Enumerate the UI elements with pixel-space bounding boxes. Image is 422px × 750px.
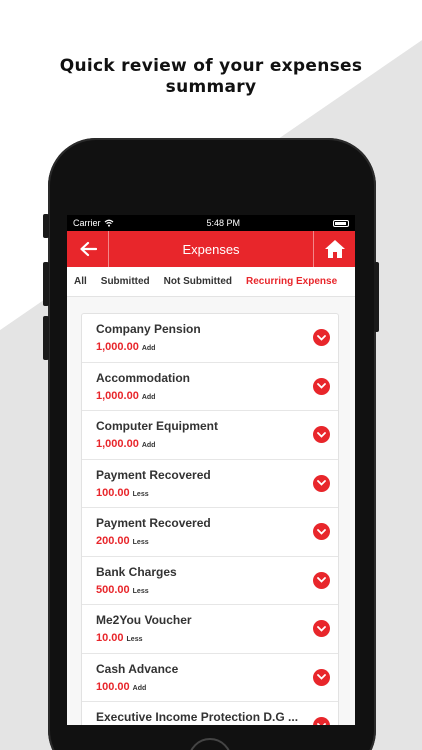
page-title: Expenses: [182, 241, 240, 257]
chevron-down-icon: [317, 334, 326, 341]
status-time: 5:48 PM: [206, 218, 241, 228]
chevron-down-icon: [317, 625, 326, 632]
expense-title: Bank Charges: [96, 564, 177, 579]
expense-title: Accommodation: [96, 370, 191, 385]
list-item[interactable]: Computer Equipment 1,000.00 Add: [82, 411, 338, 460]
back-button[interactable]: [67, 231, 109, 267]
expense-title: Computer Equipment: [96, 419, 218, 433]
list-item[interactable]: Payment Recovered 200.00 Less: [82, 508, 338, 557]
arrow-left-icon: [79, 241, 97, 257]
tab-submitted[interactable]: Submitted: [94, 276, 157, 287]
list-item[interactable]: Me2You Voucher 10.00 Less: [82, 605, 338, 654]
list-item[interactable]: Payment Recovered 100.00 Less: [82, 460, 338, 508]
expense-title: Payment Recovered: [96, 516, 211, 530]
expand-button[interactable]: [313, 571, 330, 589]
expense-title: Cash Advance: [96, 661, 179, 676]
expense-title: Company Pension: [96, 322, 201, 336]
list-item[interactable]: Cash Advance 100.00 Add: [82, 654, 338, 702]
expand-button[interactable]: [313, 329, 330, 346]
headline: Quick review of your expenses summary: [0, 56, 422, 98]
chevron-down-icon: [317, 383, 326, 389]
headline-line-2: summary: [165, 77, 257, 97]
expense-type: Less: [126, 636, 143, 643]
expense-amount: 1,000.00: [96, 438, 139, 450]
expense-amount: 1,000.00: [96, 389, 139, 402]
expand-button[interactable]: [313, 474, 330, 492]
phone-power-button: [374, 262, 379, 332]
phone-side-button: [43, 214, 49, 238]
expense-type: Less: [132, 539, 149, 546]
headline-line-1: Quick review of your expenses: [59, 56, 363, 76]
chevron-down-icon: [317, 480, 326, 486]
expense-amount: 500.00: [96, 583, 130, 596]
expense-type: Less: [132, 587, 149, 595]
expand-button[interactable]: [313, 717, 330, 725]
list-item[interactable]: Accommodation 1,000.00 Add: [82, 363, 338, 411]
expand-button[interactable]: [313, 377, 330, 395]
chevron-down-icon: [317, 577, 326, 583]
chevron-down-icon: [317, 674, 326, 680]
tab-recurring-expense[interactable]: Recurring Expense: [239, 276, 344, 287]
expense-title: Payment Recovered: [96, 467, 211, 482]
expense-type: Less: [132, 490, 149, 498]
expand-button[interactable]: [313, 620, 330, 637]
expense-type: Add: [141, 442, 156, 449]
expense-amount: 100.00: [96, 680, 130, 693]
expense-list: Company Pension 1,000.00 Add Accommodatio…: [81, 313, 339, 725]
expense-amount: 200.00: [96, 535, 130, 547]
expense-amount: 1,000.00: [96, 341, 139, 353]
wifi-icon: [104, 219, 113, 227]
battery-icon: [332, 219, 349, 227]
carrier-label: Carrier: [73, 218, 101, 228]
expense-type: Add: [132, 684, 147, 692]
chevron-down-icon: [317, 722, 326, 725]
app-screen: Carrier 5:48 PM Expenses All Submitted N…: [67, 215, 355, 725]
tab-not-submitted[interactable]: Not Submitted: [157, 276, 239, 287]
expense-amount: 10.00: [96, 632, 124, 644]
phone-volume-down: [43, 316, 49, 360]
app-header: Expenses: [67, 231, 355, 267]
list-item[interactable]: Executive Income Protection D.G ...: [82, 702, 338, 725]
phone-volume-up: [43, 262, 49, 306]
status-bar: Carrier 5:48 PM: [67, 215, 355, 231]
home-button[interactable]: [313, 231, 355, 267]
expense-title: Me2You Voucher: [96, 613, 192, 627]
chevron-down-icon: [317, 528, 326, 535]
expand-button[interactable]: [313, 523, 330, 540]
expense-amount: 100.00: [96, 486, 130, 499]
expense-type: Add: [141, 393, 156, 401]
expense-title: Executive Income Protection D.G ...: [96, 710, 299, 724]
expand-button[interactable]: [313, 426, 330, 443]
home-icon: [324, 240, 345, 258]
filter-tabs: All Submitted Not Submitted Recurring Ex…: [67, 267, 355, 297]
expense-type: Add: [141, 345, 156, 352]
list-item[interactable]: Company Pension 1,000.00 Add: [82, 314, 338, 363]
chevron-down-icon: [317, 431, 326, 438]
list-item[interactable]: Bank Charges 500.00 Less: [82, 557, 338, 605]
tab-all[interactable]: All: [67, 276, 94, 287]
expand-button[interactable]: [313, 668, 330, 686]
